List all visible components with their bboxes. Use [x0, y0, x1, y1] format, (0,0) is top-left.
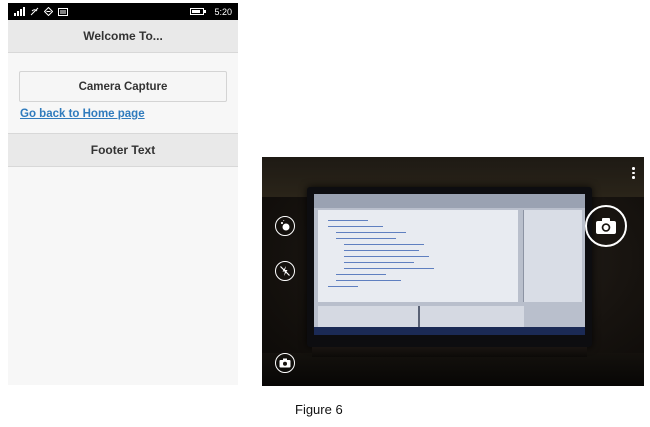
figure-canvas: 5:20 Welcome To... Camera Capture Go bac…: [0, 0, 650, 427]
camera-viewfinder: [262, 157, 644, 386]
flash-off-icon[interactable]: [275, 261, 295, 281]
figure-caption: Figure 6: [295, 402, 343, 417]
lens-effects-icon[interactable]: [275, 216, 295, 236]
status-time: 5:20: [214, 6, 232, 17]
more-options-icon[interactable]: [632, 167, 635, 179]
data-connection-icon: [44, 7, 53, 16]
camera-capture-button[interactable]: Camera Capture: [19, 71, 227, 102]
viewfinder-desk: [262, 353, 644, 386]
page-content: Camera Capture Go back to Home page: [8, 53, 238, 120]
viewfinder-monitor: [307, 187, 592, 347]
battery-icon: [190, 8, 207, 15]
page-footer: Footer Text: [8, 133, 238, 167]
status-bar: 5:20: [8, 3, 238, 20]
signal-strength-icon: [14, 7, 25, 16]
viewfinder-monitor-screen: [314, 194, 585, 335]
camera-shutter-icon[interactable]: [585, 205, 627, 247]
page-header: Welcome To...: [8, 20, 238, 53]
switch-camera-icon[interactable]: [275, 353, 295, 373]
viewfinder-monitor-stand: [312, 347, 587, 357]
home-page-link[interactable]: Go back to Home page: [20, 108, 227, 120]
no-signal-icon: [30, 7, 39, 16]
phone-screen: 5:20 Welcome To... Camera Capture Go bac…: [8, 3, 238, 385]
message-icon: [58, 7, 68, 16]
